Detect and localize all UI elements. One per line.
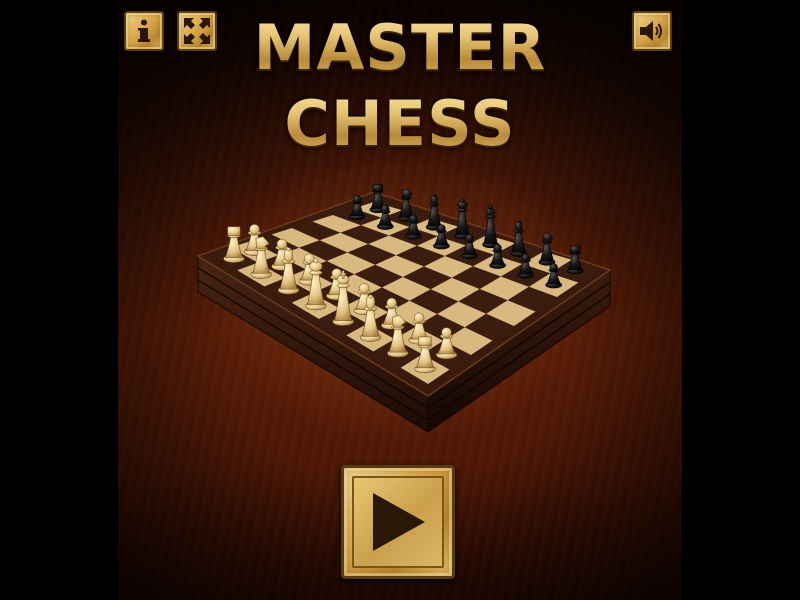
piece-head <box>276 238 288 250</box>
piece-head <box>381 204 390 214</box>
piece-finial <box>517 219 521 224</box>
piece-head <box>249 224 260 235</box>
piece-head <box>401 188 413 199</box>
piece-finial <box>432 193 436 197</box>
play-icon <box>373 493 425 551</box>
game-stage: MASTER CHESS <box>0 0 800 600</box>
piece-head <box>549 263 558 272</box>
piece-head <box>413 312 425 323</box>
piece-cross <box>488 206 493 209</box>
piece-finial <box>313 258 319 264</box>
piece-head <box>437 224 446 233</box>
piece-finial <box>368 294 373 299</box>
piece-head <box>386 297 397 309</box>
piece-head <box>418 336 432 347</box>
piece-head <box>353 195 362 204</box>
piece-finial <box>286 247 291 252</box>
piece-head <box>227 226 241 236</box>
title-line-1: MASTER <box>118 10 682 86</box>
piece-head <box>441 327 452 338</box>
piece-finial <box>460 198 465 203</box>
piece-head <box>521 253 530 262</box>
play-button[interactable] <box>341 465 455 579</box>
title-line-2: CHESS <box>118 86 682 162</box>
piece-head <box>542 232 554 243</box>
piece-head <box>465 234 474 243</box>
piece-head <box>569 245 581 254</box>
black-king-piece <box>482 204 499 249</box>
piece-head <box>359 283 370 294</box>
chess-board <box>196 184 612 433</box>
piece-head <box>409 214 418 223</box>
piece-head <box>493 243 502 253</box>
piece-cross <box>340 272 347 276</box>
game-title: MASTER CHESS <box>118 10 682 162</box>
play-button-face <box>352 476 444 568</box>
piece-head <box>372 184 384 192</box>
